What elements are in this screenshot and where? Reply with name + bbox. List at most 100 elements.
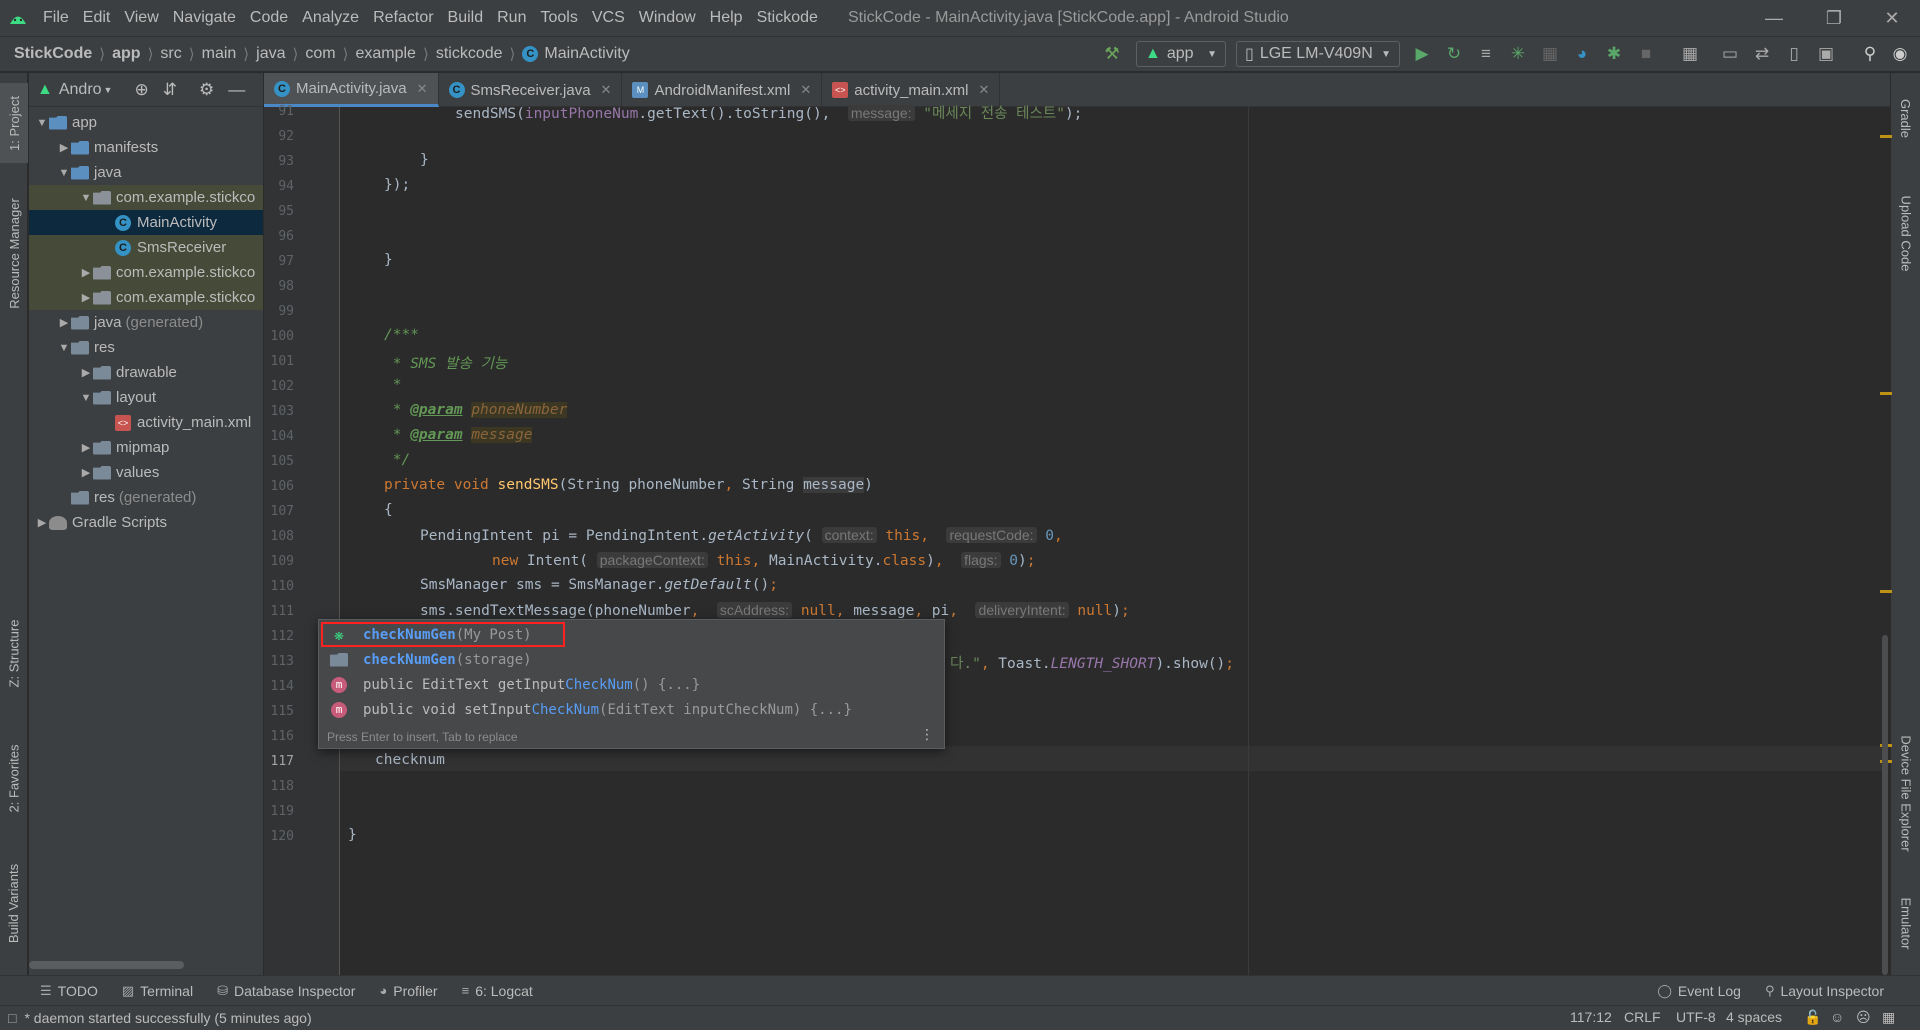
menu-analyze[interactable]: Analyze xyxy=(295,0,366,36)
tool-todo[interactable]: ☰ TODO xyxy=(40,983,98,999)
line-separator[interactable]: CRLF xyxy=(1624,1009,1661,1025)
device-select[interactable]: ▯ LGE LM-V409N ▼ xyxy=(1236,41,1400,67)
tree-item[interactable]: ▶ values xyxy=(29,460,263,485)
tool-tab-project[interactable]: 1: Project xyxy=(0,83,28,163)
chevron-down-icon[interactable]: ▼ xyxy=(104,85,113,95)
menu-tools[interactable]: Tools xyxy=(533,0,584,36)
tool-layout-inspector[interactable]: ⚲ Layout Inspector xyxy=(1765,983,1884,999)
tree-item[interactable]: C MainActivity xyxy=(29,210,263,235)
tab-mainactivity[interactable]: C MainActivity.java ✕ xyxy=(264,73,439,107)
menu-refactor[interactable]: Refactor xyxy=(366,0,440,36)
close-icon[interactable]: ✕ xyxy=(978,82,989,98)
menu-view[interactable]: View xyxy=(117,0,165,36)
close-icon[interactable]: ✕ xyxy=(417,81,428,97)
menu-build[interactable]: Build xyxy=(441,0,491,36)
tree-item[interactable]: ▼ app xyxy=(29,110,263,135)
tree-item[interactable]: ▼ layout xyxy=(29,385,263,410)
tool-tab-resource-manager[interactable]: Resource Manager xyxy=(0,183,28,323)
file-encoding[interactable]: UTF-8 xyxy=(1676,1009,1716,1025)
close-icon[interactable]: ✕ xyxy=(601,82,612,98)
apply-changes-icon[interactable]: ↻ xyxy=(1440,40,1468,68)
chevron-right-icon[interactable]: ▶ xyxy=(79,366,93,379)
chevron-right-icon[interactable]: ▶ xyxy=(79,266,93,279)
stop-icon[interactable]: ■ xyxy=(1632,40,1660,68)
completion-item[interactable]: m public void setInput CheckNum (EditTex… xyxy=(319,697,944,722)
indent-setting[interactable]: 4 spaces xyxy=(1726,1009,1782,1025)
sdk-manager-icon[interactable]: ▣ xyxy=(1812,40,1840,68)
tree-item[interactable]: ▶ manifests xyxy=(29,135,263,160)
tree-item[interactable]: ▶ drawable xyxy=(29,360,263,385)
warning-stripe[interactable] xyxy=(1880,392,1892,395)
tool-logcat[interactable]: ≡ 6: Logcat xyxy=(462,983,533,999)
tree-item[interactable]: ▼ com.example.stickco xyxy=(29,185,263,210)
menu-help[interactable]: Help xyxy=(703,0,750,36)
tool-profiler[interactable]: ◕ Profiler xyxy=(379,983,437,999)
breadcrumb-item[interactable]: example xyxy=(355,45,415,63)
menu-stickode[interactable]: Stickode xyxy=(750,0,825,36)
menu-vcs[interactable]: VCS xyxy=(585,0,632,36)
status-toggle-icon[interactable]: □ xyxy=(8,1010,16,1026)
menu-code[interactable]: Code xyxy=(243,0,295,36)
tree-item[interactable]: <> activity_main.xml xyxy=(29,410,263,435)
breadcrumb-item[interactable]: MainActivity xyxy=(544,45,629,63)
tool-tab-build-variants[interactable]: Build Variants xyxy=(0,843,28,963)
sync-gradle-icon[interactable]: ⇄ xyxy=(1748,40,1776,68)
chevron-down-icon[interactable]: ▼ xyxy=(35,117,49,129)
breadcrumb-item[interactable]: app xyxy=(112,45,140,63)
chevron-right-icon[interactable]: ▶ xyxy=(79,291,93,304)
tool-database-inspector[interactable]: ⛁ Database Inspector xyxy=(217,983,355,999)
breadcrumb-item[interactable]: StickCode xyxy=(14,45,92,63)
debug-attach-icon[interactable]: ✱ xyxy=(1600,40,1628,68)
run-icon[interactable]: ▶ xyxy=(1408,40,1436,68)
chevron-right-icon[interactable]: ▶ xyxy=(79,466,93,479)
tree-item[interactable]: C SmsReceiver xyxy=(29,235,263,260)
chevron-right-icon[interactable]: ▶ xyxy=(79,441,93,454)
menu-file[interactable]: File xyxy=(36,0,76,36)
tool-terminal[interactable]: ▨ Terminal xyxy=(122,983,193,999)
hide-icon[interactable]: — xyxy=(228,80,245,100)
chevron-right-icon[interactable]: ▶ xyxy=(57,141,71,154)
tree-item[interactable]: ▶ com.example.stickco xyxy=(29,285,263,310)
tree-item[interactable]: ▼ res xyxy=(29,335,263,360)
breadcrumb-item[interactable]: stickcode xyxy=(436,45,503,63)
menu-window[interactable]: Window xyxy=(632,0,703,36)
horizontal-scrollbar[interactable] xyxy=(29,961,184,969)
tool-tab-device-file-explorer[interactable]: Device File Explorer xyxy=(1891,713,1920,873)
status-message[interactable]: * daemon started successfully (5 minutes… xyxy=(24,1010,311,1026)
tree-item[interactable]: ▶ Gradle Scripts xyxy=(29,510,263,535)
tool-tab-upload-code[interactable]: Upload Code xyxy=(1891,173,1920,293)
account-icon[interactable]: ◉ xyxy=(1886,40,1914,68)
tree-item[interactable]: res (generated) xyxy=(29,485,263,510)
minimize-icon[interactable]: — xyxy=(1746,0,1802,36)
tool-tab-emulator[interactable]: Emulator xyxy=(1891,883,1920,963)
collapse-all-icon[interactable]: ⇵ xyxy=(163,80,177,100)
chevron-right-icon[interactable]: ▶ xyxy=(35,516,49,529)
run-config-select[interactable]: ▲ app ▼ xyxy=(1136,41,1226,67)
profile-icon[interactable]: ◕ xyxy=(1568,40,1596,68)
warning-stripe[interactable] xyxy=(1880,135,1892,138)
attach-debugger-icon[interactable]: ▦ xyxy=(1536,40,1564,68)
apply-code-changes-icon[interactable]: ≡ xyxy=(1472,40,1500,68)
tool-event-log[interactable]: ◯ Event Log xyxy=(1657,983,1741,999)
avd-manager-icon[interactable]: ▭ xyxy=(1716,40,1744,68)
tree-item[interactable]: ▶ mipmap xyxy=(29,435,263,460)
chevron-down-icon[interactable]: ▼ xyxy=(57,342,71,354)
menu-edit[interactable]: Edit xyxy=(76,0,118,36)
completion-item[interactable]: checkNumGen (storage) xyxy=(319,647,944,672)
memory-indicator-icon[interactable]: ▦ xyxy=(1882,1009,1895,1026)
search-icon[interactable]: ⚲ xyxy=(1856,40,1884,68)
completion-item[interactable]: m public EditText getInput CheckNum () {… xyxy=(319,672,944,697)
more-options-icon[interactable]: ⋮ xyxy=(920,726,934,743)
close-icon[interactable]: ✕ xyxy=(800,82,811,98)
breadcrumb-item[interactable]: src xyxy=(160,45,181,63)
breadcrumb-item[interactable]: main xyxy=(202,45,237,63)
caret-position[interactable]: 117:12 xyxy=(1570,1009,1612,1025)
project-structure-icon[interactable]: ▦ xyxy=(1676,40,1704,68)
restore-icon[interactable]: ❐ xyxy=(1806,0,1862,36)
breadcrumb-item[interactable]: com xyxy=(305,45,335,63)
lock-icon[interactable]: 🔓 xyxy=(1804,1009,1821,1026)
sad-icon[interactable]: ☹ xyxy=(1856,1009,1871,1026)
locate-icon[interactable]: ⊕ xyxy=(134,80,148,100)
close-icon[interactable]: ✕ xyxy=(1864,0,1920,36)
tree-item[interactable]: ▶ java (generated) xyxy=(29,310,263,335)
